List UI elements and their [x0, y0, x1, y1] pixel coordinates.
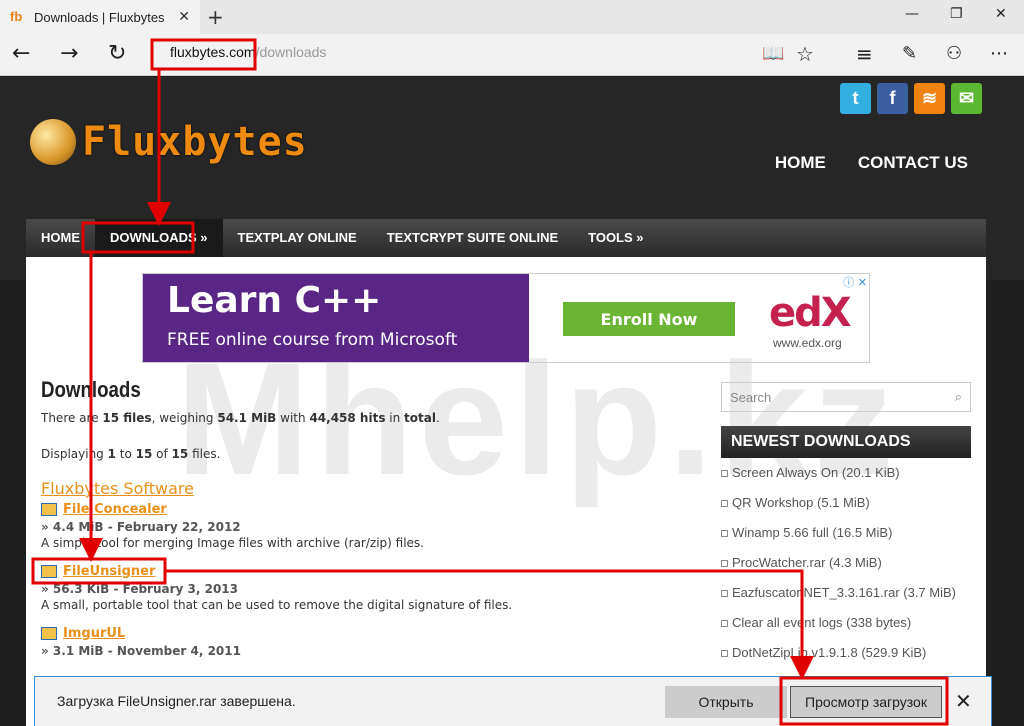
web-note-icon[interactable]: ✎: [902, 42, 917, 66]
open-button[interactable]: Открыть: [665, 686, 787, 718]
downloads-section: Downloads There are 15 files, weighing 5…: [41, 377, 681, 658]
edx-url: www.edx.org: [773, 336, 842, 350]
forward-icon[interactable]: →: [60, 42, 78, 66]
address-bar[interactable]: fluxbytes.com/downloads: [170, 44, 326, 60]
download-meta: » 3.1 MiB - November 4, 2011: [41, 644, 241, 658]
ad-subtitle: FREE online course from Microsoft: [167, 330, 458, 350]
hub-icon[interactable]: ≡: [856, 42, 873, 66]
page-title: Downloads: [41, 377, 141, 402]
main-menu: HOME DOWNLOADS » TEXTPLAY ONLINE TEXTCRY…: [26, 219, 986, 257]
ad-info-close-icon[interactable]: ⓘ ✕: [841, 274, 869, 290]
close-icon[interactable]: ✕: [955, 689, 972, 713]
download-notification-bar: Загрузка FileUnsigner.rar завершена. Отк…: [34, 676, 992, 726]
bullet-icon: [721, 559, 728, 567]
download-desc: A simple tool for merging Image files wi…: [41, 536, 424, 550]
url-path: /downloads: [255, 44, 327, 60]
social-links: t f ≋ ✉: [840, 83, 982, 114]
restore-icon[interactable]: ❐: [950, 6, 963, 22]
sidebar: Search ⌕ NEWEST DOWNLOADS Screen Always O…: [721, 382, 971, 668]
browser-tab[interactable]: fb Downloads | Fluxbytes ✕: [0, 0, 200, 34]
download-entry: FileUnsigner » 56.3 KiB - February 3, 20…: [41, 562, 681, 612]
more-icon[interactable]: ⋯: [990, 42, 1008, 66]
download-meta: » 56.3 KiB - February 3, 2013: [41, 582, 239, 596]
site-logo[interactable]: Fluxbytes: [30, 119, 308, 165]
menu-home[interactable]: HOME: [26, 219, 95, 257]
tab-bar: fb Downloads | Fluxbytes ✕ + — ❐ ✕: [0, 0, 1024, 34]
file-icon: [41, 626, 57, 640]
search-input[interactable]: Search ⌕: [721, 382, 971, 412]
top-nav: HOME CONTACT US: [775, 153, 968, 173]
tab-title: Downloads | Fluxbytes: [34, 9, 165, 25]
bullet-icon: [721, 589, 728, 597]
list-item[interactable]: Winamp 5.66 full (16.5 MiB): [721, 518, 971, 548]
file-icon: [41, 564, 57, 578]
logo-globe-icon: [30, 119, 76, 165]
list-item[interactable]: Screen Always On (20.1 KiB): [721, 458, 971, 488]
section-title[interactable]: Fluxbytes Software: [41, 479, 681, 498]
download-entry: File Concealer » 4.4 MiB - February 22, …: [41, 500, 681, 550]
url-host: fluxbytes.com: [170, 44, 256, 60]
navigation-bar: ← → ↻ fluxbytes.com/downloads 📖 ☆ ≡ ✎ ⚇ …: [0, 34, 1024, 76]
rss-icon[interactable]: ≋: [914, 83, 945, 114]
back-icon[interactable]: ←: [12, 42, 30, 66]
edx-logo: edX: [769, 290, 852, 336]
download-link[interactable]: ImgurUL: [63, 626, 125, 641]
fluxbytes-favicon-icon: fb: [10, 9, 23, 24]
download-link[interactable]: FileUnsigner: [63, 564, 155, 579]
list-item[interactable]: Eazfuscator.NET_3.3.161.rar (3.7 MiB): [721, 578, 971, 608]
ad-panel: Learn C++ FREE online course from Micros…: [143, 274, 529, 362]
list-item[interactable]: ProcWatcher.rar (4.3 MiB): [721, 548, 971, 578]
refresh-icon[interactable]: ↻: [108, 42, 126, 66]
download-meta: » 4.4 MiB - February 22, 2012: [41, 520, 241, 534]
window-close-icon[interactable]: ✕: [995, 6, 1007, 22]
bullet-icon: [721, 619, 728, 627]
tab-close-icon[interactable]: ✕: [178, 9, 190, 25]
menu-downloads[interactable]: DOWNLOADS »: [95, 219, 223, 257]
content-area: Mhelp.kz Learn C++ FREE online course fr…: [26, 257, 986, 726]
bullet-icon: [721, 649, 728, 657]
minimize-icon[interactable]: —: [905, 6, 919, 22]
logo-text: Fluxbytes: [82, 119, 308, 165]
bullet-icon: [721, 499, 728, 507]
facebook-icon[interactable]: f: [877, 83, 908, 114]
top-nav-home[interactable]: HOME: [775, 153, 826, 173]
enroll-now-button[interactable]: Enroll Now: [563, 302, 735, 336]
bullet-icon: [721, 469, 728, 477]
download-message: Загрузка FileUnsigner.rar завершена.: [57, 693, 296, 709]
ad-banner[interactable]: Learn C++ FREE online course from Micros…: [142, 273, 870, 363]
newest-downloads-header: NEWEST DOWNLOADS: [721, 426, 971, 458]
twitter-icon[interactable]: t: [840, 83, 871, 114]
top-nav-contact[interactable]: CONTACT US: [858, 153, 968, 173]
view-downloads-button[interactable]: Просмотр загрузок: [790, 686, 942, 718]
displaying-line: Displaying 1 to 15 of 15 files.: [41, 447, 221, 461]
menu-textcrypt[interactable]: TEXTCRYPT SUITE ONLINE: [372, 219, 573, 257]
bullet-icon: [721, 529, 728, 537]
list-item[interactable]: QR Workshop (5.1 MiB): [721, 488, 971, 518]
ad-title: Learn C++: [167, 280, 382, 321]
list-item[interactable]: Clear all event logs (338 bytes): [721, 608, 971, 638]
reading-view-icon[interactable]: 📖: [762, 42, 784, 66]
download-entry: ImgurUL » 3.1 MiB - November 4, 2011: [41, 624, 681, 658]
web-page: t f ≋ ✉ Fluxbytes HOME CONTACT US HOME D…: [0, 77, 1024, 726]
menu-textplay[interactable]: TEXTPLAY ONLINE: [223, 219, 372, 257]
download-link[interactable]: File Concealer: [63, 502, 167, 517]
search-icon[interactable]: ⌕: [955, 389, 962, 405]
search-placeholder: Search: [730, 389, 772, 405]
file-icon: [41, 502, 57, 516]
new-tab-icon[interactable]: +: [207, 5, 224, 29]
mail-icon[interactable]: ✉: [951, 83, 982, 114]
share-icon[interactable]: ⚇: [946, 42, 962, 66]
list-item[interactable]: DotNetZipLib.v1.9.1.8 (529.9 KiB): [721, 638, 971, 668]
menu-tools[interactable]: TOOLS »: [573, 219, 658, 257]
favorite-star-icon[interactable]: ☆: [796, 42, 814, 66]
stats-line: There are 15 files, weighing 54.1 MiB wi…: [41, 411, 440, 425]
download-desc: A small, portable tool that can be used …: [41, 598, 513, 612]
